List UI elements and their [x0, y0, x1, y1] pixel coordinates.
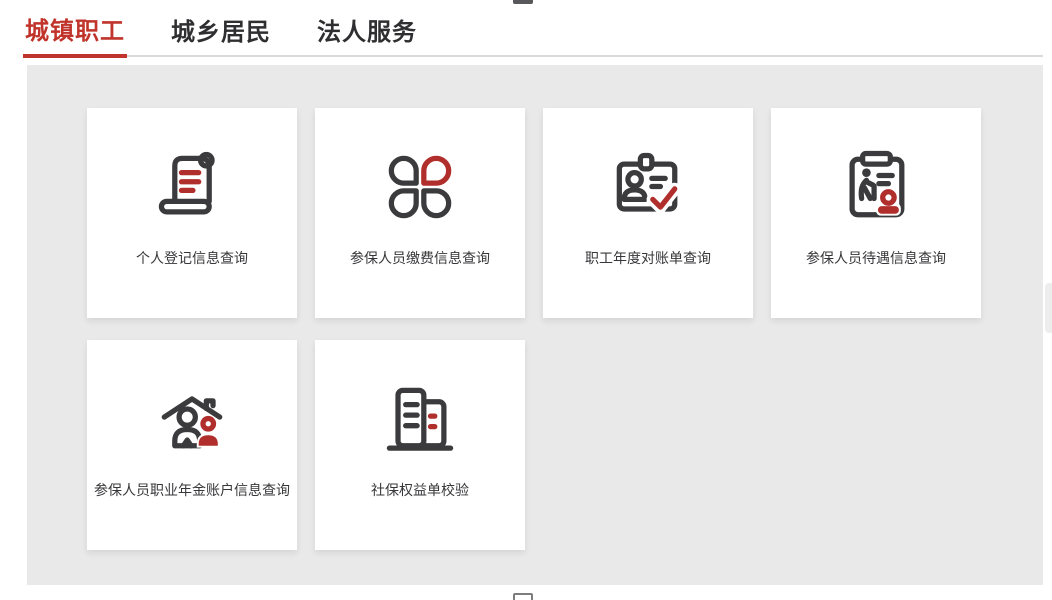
tab-legal-person-services[interactable]: 法人服务 — [315, 20, 419, 55]
service-card-personal-registration-query[interactable]: 个人登记信息查询 — [87, 108, 297, 318]
service-card-label: 参保人员职业年金账户信息查询 — [94, 480, 290, 500]
service-card-annual-statement-query[interactable]: 职工年度对账单查询 — [543, 108, 753, 318]
services-panel: 个人登记信息查询 参保人员缴费信息查询 — [27, 65, 1043, 585]
house-people-icon — [149, 376, 235, 462]
tab-urban-rural-residents[interactable]: 城乡居民 — [169, 20, 273, 55]
bottom-edge-widget-decoration — [513, 593, 533, 600]
buildings-icon — [377, 376, 463, 462]
services-grid: 个人登记信息查询 参保人员缴费信息查询 — [27, 65, 1043, 593]
scroll-thumb-decoration[interactable] — [1045, 283, 1052, 333]
service-card-label: 个人登记信息查询 — [136, 248, 248, 268]
service-card-label: 职工年度对账单查询 — [585, 248, 711, 268]
app-window: 城镇职工 城乡居民 法人服务 个人登记信息查询 — [0, 0, 1052, 600]
service-card-label: 参保人员缴费信息查询 — [350, 248, 490, 268]
clipboard-elderly-icon — [833, 144, 919, 230]
service-card-label: 参保人员待遇信息查询 — [806, 248, 946, 268]
service-card-benefit-info-query[interactable]: 参保人员待遇信息查询 — [771, 108, 981, 318]
tab-urban-employees[interactable]: 城镇职工 — [23, 19, 127, 58]
service-card-payment-info-query[interactable]: 参保人员缴费信息查询 — [315, 108, 525, 318]
tabs-bar: 城镇职工 城乡居民 法人服务 — [23, 19, 1043, 57]
service-card-label: 社保权益单校验 — [371, 480, 469, 500]
window-handle-decoration — [513, 0, 533, 4]
clover-petals-icon — [377, 144, 463, 230]
id-badge-check-icon — [605, 144, 691, 230]
service-card-rights-statement-verify[interactable]: 社保权益单校验 — [315, 340, 525, 550]
service-card-annuity-account-query[interactable]: 参保人员职业年金账户信息查询 — [87, 340, 297, 550]
scroll-icon — [149, 144, 235, 230]
